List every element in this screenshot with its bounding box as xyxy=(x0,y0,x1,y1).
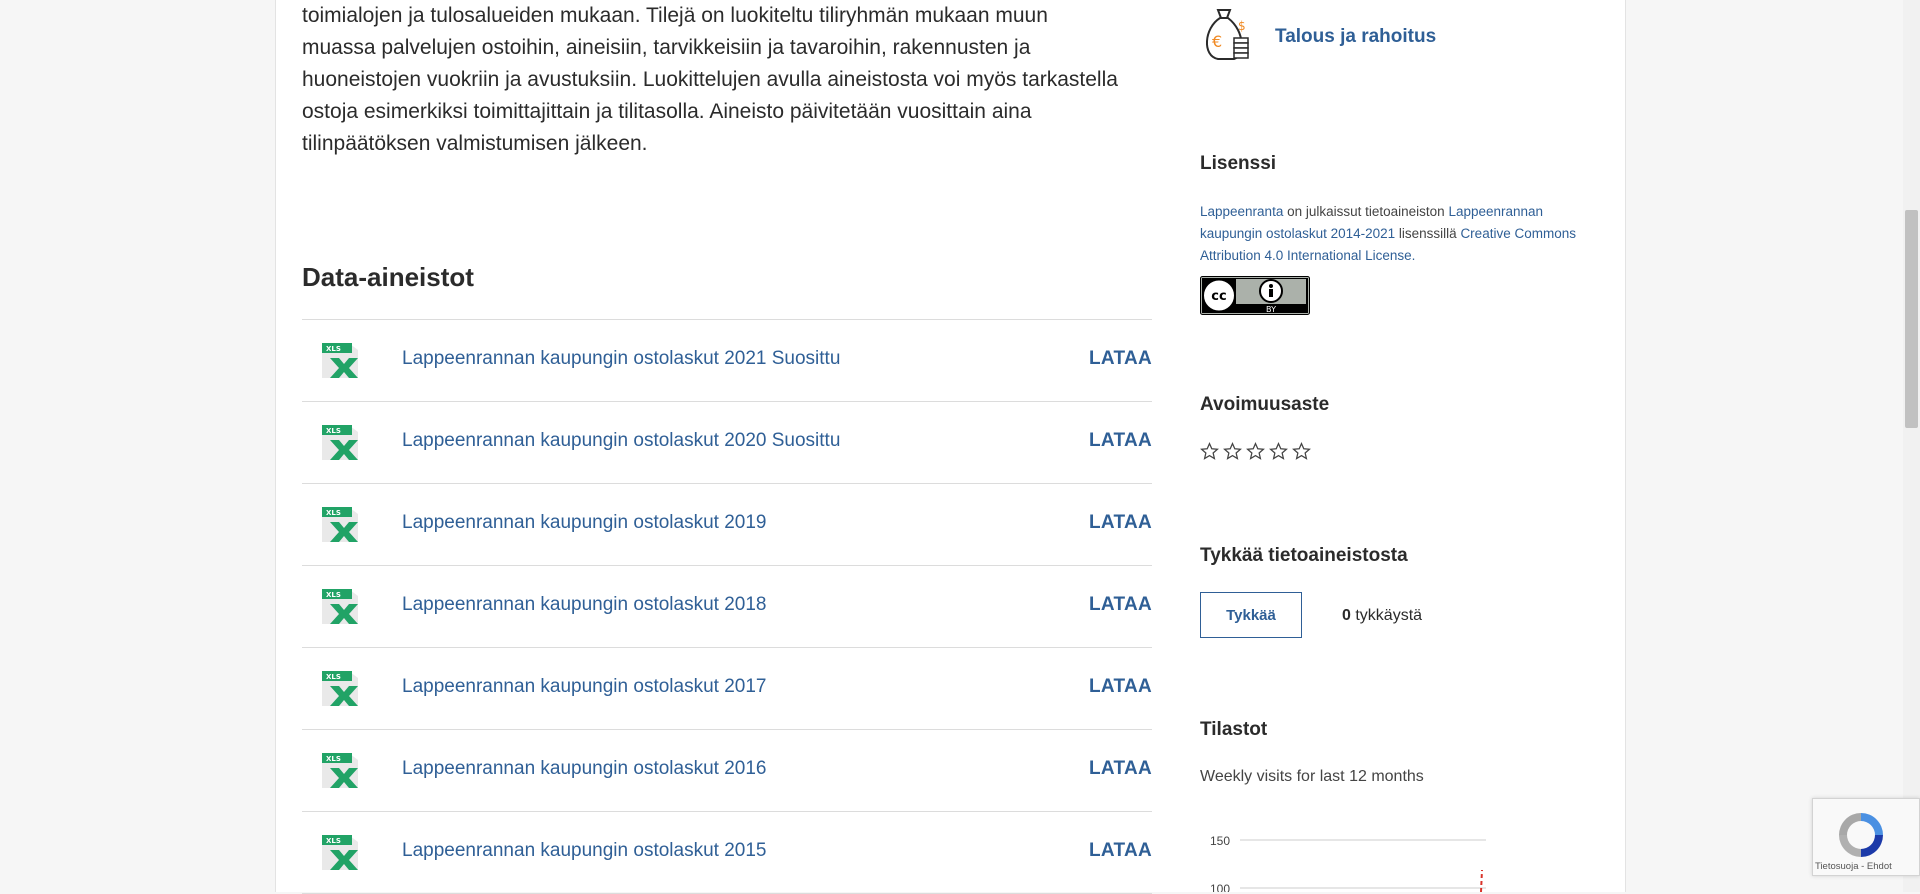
resource-row: XLS Lappeenrannan kaupungin ostolaskut 20… xyxy=(302,730,1152,812)
recaptcha-icon xyxy=(1839,813,1883,857)
chart-y-tick-label: 100 xyxy=(1210,882,1230,892)
resource-row: XLS Lappeenrannan kaupungin ostolaskut 20… xyxy=(302,648,1152,730)
scrollbar-thumb[interactable] xyxy=(1905,210,1918,428)
xls-format-label: XLS xyxy=(326,345,341,353)
description-line: toimialojen ja tulosalueiden mukaan. Til… xyxy=(302,4,1048,27)
chart-series-line xyxy=(1480,869,1483,892)
resources-heading: Data-aineistot xyxy=(302,262,474,292)
like-count: 0 tykkäystä xyxy=(1342,607,1422,625)
description-line: ostoja esimerkiksi toimittajittain ja ti… xyxy=(302,100,1032,123)
recaptcha-privacy-terms[interactable]: Tietosuoja - Ehdot xyxy=(1815,861,1892,872)
xls-format-label: XLS xyxy=(326,427,341,435)
weekly-visits-chart: 150 100 xyxy=(1210,834,1486,892)
excel-file-icon: XLS xyxy=(322,343,358,378)
download-button[interactable]: LATAA xyxy=(1089,676,1152,698)
star-empty-icon xyxy=(1246,442,1265,460)
scrollbar[interactable] xyxy=(1903,0,1920,892)
svg-text:€: € xyxy=(1212,32,1222,51)
excel-file-icon: XLS xyxy=(322,589,358,624)
resource-row: XLS Lappeenrannan kaupungin ostolaskut 20… xyxy=(302,402,1152,484)
resource-link[interactable]: Lappeenrannan kaupungin ostolaskut 2020 … xyxy=(402,430,840,452)
xls-format-label: XLS xyxy=(326,673,341,681)
like-count-number: 0 xyxy=(1342,607,1351,624)
resource-link[interactable]: Lappeenrannan kaupungin ostolaskut 2019 xyxy=(402,512,766,534)
chart-y-tick-label: 150 xyxy=(1210,834,1230,848)
resource-link[interactable]: Lappeenrannan kaupungin ostolaskut 2021 … xyxy=(402,348,840,370)
excel-file-icon: XLS xyxy=(322,671,358,706)
license-heading: Lisenssi xyxy=(1200,153,1277,174)
star-empty-icon xyxy=(1269,442,1288,460)
download-button[interactable]: LATAA xyxy=(1089,758,1152,780)
stats-subtitle: Weekly visits for last 12 months xyxy=(1200,768,1424,785)
star-empty-icon xyxy=(1223,442,1242,460)
description-line: huoneistojen vuokriin ja avustuksiin. Lu… xyxy=(302,68,1118,91)
stats-heading: Tilastot xyxy=(1200,719,1268,740)
recaptcha-badge[interactable]: Tietosuoja - Ehdot xyxy=(1812,798,1920,876)
dataset-description: toimialojen ja tulosalueiden mukaan. Til… xyxy=(302,0,1152,160)
download-button[interactable]: LATAA xyxy=(1089,348,1152,370)
resource-link[interactable]: Lappeenrannan kaupungin ostolaskut 2018 xyxy=(402,594,766,616)
cc-badge-text: cc xyxy=(1211,289,1226,304)
excel-file-icon: XLS xyxy=(322,507,358,542)
resource-link[interactable]: Lappeenrannan kaupungin ostolaskut 2017 xyxy=(402,676,766,698)
category-label: Talous ja rahoitus xyxy=(1275,26,1437,47)
resource-row: XLS Lappeenrannan kaupungin ostolaskut 20… xyxy=(302,320,1152,402)
openness-heading: Avoimuusaste xyxy=(1200,394,1330,415)
xls-format-label: XLS xyxy=(326,591,341,599)
resource-link[interactable]: Lappeenrannan kaupungin ostolaskut 2016 xyxy=(402,758,766,780)
download-button[interactable]: LATAA xyxy=(1089,512,1152,534)
resource-row: XLS Lappeenrannan kaupungin ostolaskut 20… xyxy=(302,566,1152,648)
description-line: tilinpäätöksen valmistumisen jälkeen. xyxy=(302,132,648,155)
excel-file-icon: XLS xyxy=(322,753,358,788)
resource-list: XLS Lappeenrannan kaupungin ostolaskut 20… xyxy=(302,319,1152,894)
xls-format-label: XLS xyxy=(326,837,341,845)
resource-row: XLS Lappeenrannan kaupungin ostolaskut 20… xyxy=(302,812,1152,894)
xls-format-label: XLS xyxy=(326,509,341,517)
like-button[interactable]: Tykkää xyxy=(1200,592,1302,638)
excel-file-icon: XLS xyxy=(322,835,358,870)
by-badge-text: BY xyxy=(1266,305,1276,314)
excel-file-icon: XLS xyxy=(322,425,358,460)
star-empty-icon xyxy=(1200,442,1219,460)
license-text-part: lisenssillä xyxy=(1395,226,1461,241)
resource-row: XLS Lappeenrannan kaupungin ostolaskut 20… xyxy=(302,484,1152,566)
download-button[interactable]: LATAA xyxy=(1089,594,1152,616)
cc-by-license-badge[interactable]: cc BY xyxy=(1200,276,1310,315)
dataset-page-card: toimialojen ja tulosalueiden mukaan. Til… xyxy=(275,0,1626,894)
svg-text:$: $ xyxy=(1238,19,1246,33)
xls-format-label: XLS xyxy=(326,755,341,763)
publisher-link[interactable]: Lappeenranta xyxy=(1200,204,1283,219)
description-line: muassa palvelujen ostoihin, aineisiin, t… xyxy=(302,36,1031,59)
money-bag-icon: € $ xyxy=(1206,9,1249,60)
download-button[interactable]: LATAA xyxy=(1089,430,1152,452)
like-count-label: tykkäystä xyxy=(1350,607,1423,624)
license-text: Lappeenranta on julkaissut tietoaineisto… xyxy=(1200,201,1600,267)
like-heading: Tykkää tietoaineistosta xyxy=(1200,545,1408,566)
category-link[interactable]: € $ Talous ja rahoitus xyxy=(1200,4,1580,68)
openness-rating xyxy=(1200,442,1311,461)
star-empty-icon xyxy=(1292,442,1311,460)
license-text-part: on julkaissut tietoaineiston xyxy=(1283,204,1449,219)
resource-link[interactable]: Lappeenrannan kaupungin ostolaskut 2015 xyxy=(402,840,766,862)
download-button[interactable]: LATAA xyxy=(1089,840,1152,862)
